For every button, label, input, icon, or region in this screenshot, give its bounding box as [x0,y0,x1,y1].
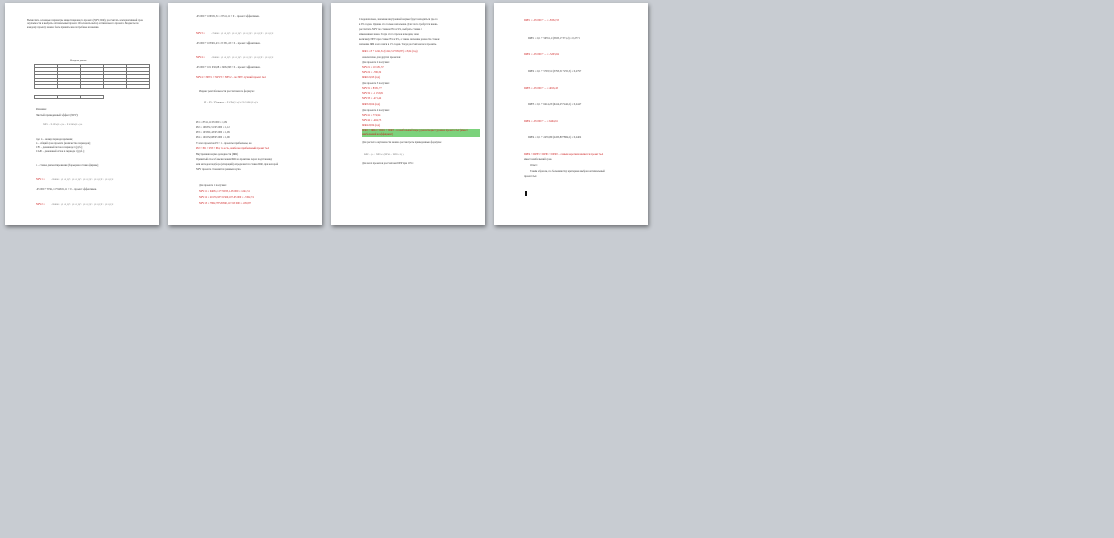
npv4-result: -95 000 + 101 032,68 = 6032,68 > 0 – про… [196,66,261,69]
def-2: CFt – денежный поток в периоде t (руб.); [36,146,83,149]
answer-text: Таким образом, по большинству критериев … [530,170,605,173]
npv-2-2: NPV22 = -706,32 [362,71,382,74]
pi-4: PI4 = 101032,68/95 000 = 1,06 [196,136,230,139]
npv4-label: NPV4 = [196,56,205,59]
npv1-formula: −95000 + (1+0,1)¹ + (1+0,1)² + (1+0,1)³ … [51,178,114,181]
answer-text-2: проект №2. [524,175,538,178]
def-1: n – общий срок проекта (количество перио… [36,142,91,145]
irr-comparison: IRR2 > IRR4 > IRR1 > IRR3 – в наибольшей… [362,129,480,137]
source-data-table [34,63,150,89]
pi-2: PI2 = 106331,51/95 000 = 1,12 [196,126,230,129]
dpp-ratio-1: DPP1 = 0,1 + 56351,1/(5635,1+371,2) = 0,… [528,37,580,40]
npv1-label: NPV1 = [36,178,45,181]
dpp-ratio-2: DPP2 = 0,1 + 5793,51/(5793,51+255,3) = 0… [528,70,582,73]
project-4-heading: Для проекта 4 получим: [362,109,390,112]
document-page-3: Следовательно, значение внутренней нормы… [331,3,485,225]
irr-npv-3: NPV13 = 7862,78+26560,117-95 000 = -650,… [199,202,251,205]
irr-npv-2: NPV12 = 20155,93+21560,107-95 000 = -726… [199,196,254,199]
dpp-4: DPP4 = -95 000 + ... = 6404,61 [524,120,558,123]
dpp-1: DPP1 = -95 000 + ... = -8332,33 [524,19,559,22]
document-page-1: Вычислить основные параметры инвестицион… [5,3,159,225]
task-intro: Вычислить основные параметры инвестицион… [27,19,143,29]
def-3: CAPt – денежный отток в периоде t (руб.)… [36,150,85,153]
p3-text-4: изменением знака. Тогда этот отрезок нах… [359,33,419,36]
pi-note: У всех проектов PI > 1 - проекты прибыль… [196,142,252,145]
document-page-2: -95 000 + 106331,51 = 8741,11 > 0 – прое… [168,3,322,225]
p3-text-1: Следовательно, значение внутренней нормы… [359,18,438,21]
npv-3-1: NPV31 = 8331,77 [362,87,382,90]
pi-1: PI1 = 8741,11/95 000 = 1,09 [196,121,227,124]
irr-npv-1: NPV11 = 94631,11+72033,1-95 000 = 1241,5… [199,190,250,193]
p3-text-3: рассчитать NPV по ставкам 8% и 9%, выбра… [359,28,422,31]
irr-1: IRR1 = 8 + 1241,51/(1241,51+650,87) = 8,… [362,50,418,53]
project-2-heading: Для проекта 2 получим: [362,61,390,64]
pi-heading: Индекс рентабельности рассчитаем по форм… [199,90,255,93]
p3-text-6: значение IRR и его шаги в 1% годов. Тогд… [359,43,437,46]
npv-formula: NPV = Σ CFt/(1+r)^t − Σ CAPt/(1+r)^t [43,123,83,126]
npv-2-1: NPV21 = 10 181,37 [362,66,384,69]
npv2-label: NPV2 = [36,203,45,206]
irr-2: IRR2=9,93 (год) [362,76,381,79]
irr-heading: Внутренняя норма доходности (IRR) [196,153,239,156]
npv-heading: Чистый приведенный эффект (NPV): [36,114,79,117]
irr-text-1: Принятый способ вычисления IRR на практи… [196,158,273,161]
npv-4-2: NPV42 = -404,75 [362,119,382,122]
dpp-ratio-3: DPP3 = 0,1 + 6414,25/(6414,25+442,2) = 0… [528,103,582,106]
project-3-heading: Для проекта 3 получим: [362,82,390,85]
npv-3-2: NPV32 = -1 153,81 [362,92,384,95]
solution-label: Решение: [36,108,47,111]
dpp-heading: Для расчета окупаемости можно рассмотрет… [362,141,442,144]
def-4: r – ставка дисконтирования (барьерная ст… [36,164,99,167]
calc-others: Аналогично для других проектов: [362,56,401,59]
p3-text-5: величину NPV при ставке 8% и 9%, а также… [359,38,440,41]
npv2-result: -95 000 + 106331,51 = 8741,11 > 0 – прое… [196,15,260,18]
npv3-label: NPV3 = [196,32,205,35]
pi-formula: PI = PV / PVинвест = Σ CFt/(1+r)^t / Σ C… [204,101,258,104]
irr-4: IRR4=8,84 (год) [362,124,381,127]
answer-label: Ответ: [530,164,538,167]
dpp-2: DPP2 = -95 000 + ... = -5203,94 [524,53,559,56]
where-line: где: n – номер периода времени; [36,138,73,141]
irr-text-2: или методом подбора (итераций) определяе… [196,163,279,166]
text-cursor [525,191,527,196]
npv-3-3: NPV33 = -471,42 [362,97,382,100]
npv1-result: -95 000 + 8741,11+94631,11 > 0 – проект … [36,188,97,191]
rate-table [34,94,104,100]
irr-project-1: Для проекта 1 получим: [199,184,227,187]
dpp-comparison: DPP4 < DPP3 < DPP1 < DPP2 – самым коротк… [524,153,604,156]
npv2-formula: −95000 + (1+0,1)¹ + (1+0,1)² + (1+0,1)³ … [51,203,114,206]
irr-3: IRR3=8,64 (год) [362,103,381,106]
dpp-comparison-2: имеет наибольший срок. [524,158,553,161]
table-title: Исходные данные [70,60,87,62]
npv-comparison: NPV4 > NPV1 > NPV3 > NPV2 – по NPV лучши… [196,76,266,79]
document-page-4: DPP1 = -95 000 + ... = -8332,33 DPP1 = 0… [494,3,648,225]
pi-3: PI3 = 103301,43/95 000 = 1,09 [196,131,230,134]
p3-text-2: в 9% годов. Однако это только начальная.… [359,23,438,26]
npv-4-1: NPV41 = 774,94 [362,114,381,117]
npv3-formula: −75000 + (1+0,1)¹ + (1+0,1)² + (1+0,1)³ … [211,32,274,35]
irr-text-3: NPV проекта становится равным нулю. [196,168,242,171]
dpp-ratio-4: DPP4 = 0,1 + 2435,80/(2435,80+884,2) = 0… [528,136,582,139]
npv4-formula: −95000 + (1+0,1)¹ + (1+0,1)² + (1+0,1)³ … [211,56,274,59]
pi-comparison: PI2 > PI1 > PI3 > PI4, то есть, наиболее… [196,147,270,150]
dpp-all: Для всех проектов рассчитаем DPP при 10%… [362,162,414,165]
dpp-formula: DPP = ( t + NPVt / (NPVt − NPVt+1) ) [364,153,404,156]
npv3-result: -95 000 + 103301,43 = 8 331,43 > 0 – про… [196,42,261,45]
dpp-3: DPP3 = -95 000 + ... = 4016,43 [524,87,558,90]
